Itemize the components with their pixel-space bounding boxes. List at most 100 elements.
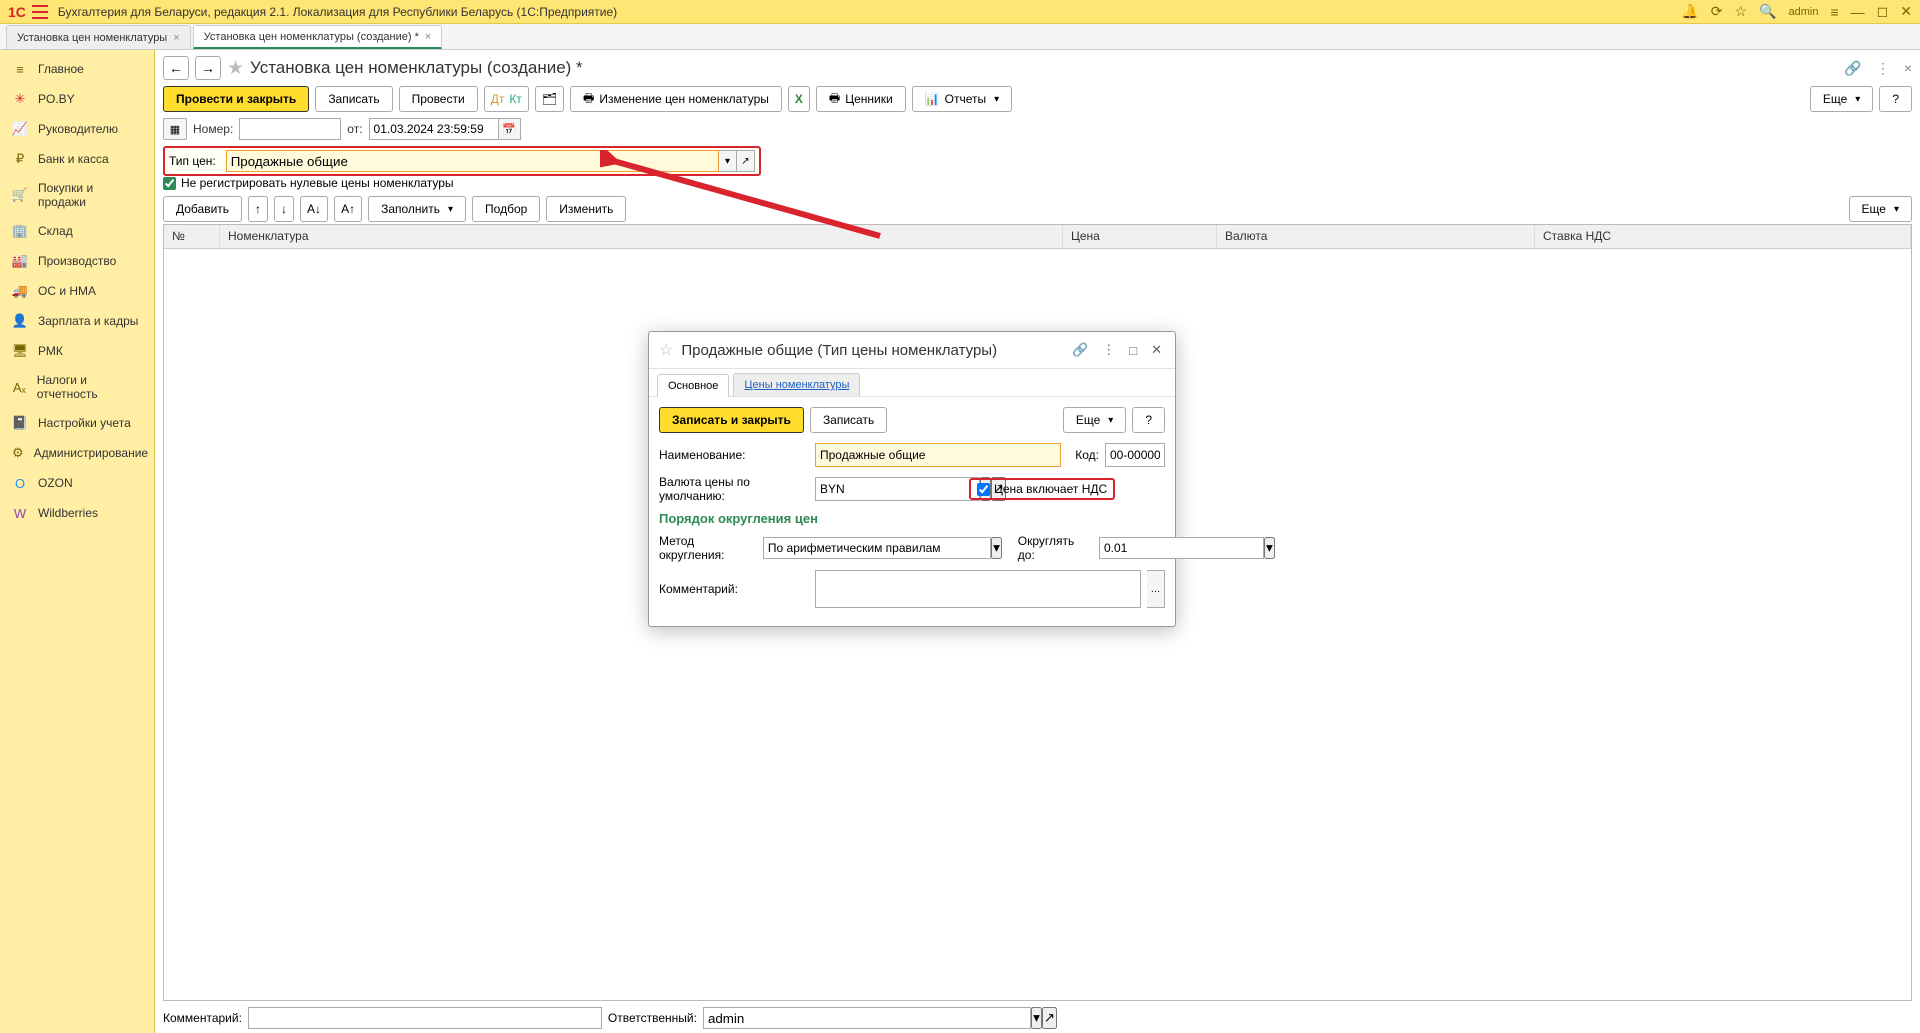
sidebar-item[interactable]: 📈Руководителю	[0, 114, 154, 144]
col-n[interactable]: №	[164, 225, 220, 248]
dialog-tab-main[interactable]: Основное	[657, 374, 729, 397]
sidebar-item[interactable]: 🛒Покупки и продажи	[0, 174, 154, 216]
menu-icon[interactable]	[32, 5, 48, 19]
sidebar-item[interactable]: ⚙Администрирование	[0, 438, 154, 468]
col-currency[interactable]: Валюта	[1217, 225, 1535, 248]
minimize-icon[interactable]: —	[1851, 4, 1865, 20]
tab-item[interactable]: Установка цен номенклатуры ×	[6, 25, 191, 49]
col-nomenclature[interactable]: Номенклатура	[220, 225, 1063, 248]
excel-icon-button[interactable]: X	[788, 86, 810, 112]
name-input[interactable]	[815, 443, 1061, 467]
pricetags-button[interactable]: 🖶Ценники	[816, 86, 906, 112]
move-down-button[interactable]: ↓	[274, 196, 294, 222]
dtkt-icon-button[interactable]: ДтКт	[484, 86, 529, 112]
structure-icon-button[interactable]: 🗂	[535, 86, 564, 112]
tab-close-icon[interactable]: ×	[173, 32, 179, 44]
currency-combo[interactable]: ▾ ↗	[815, 477, 963, 501]
move-up-button[interactable]: ↑	[248, 196, 268, 222]
settings-icon[interactable]: ≡	[1830, 4, 1838, 20]
number-input[interactable]	[239, 118, 341, 140]
method-combo[interactable]: ▾	[763, 537, 1002, 559]
sidebar-item[interactable]: 🏢Склад	[0, 216, 154, 246]
history-icon[interactable]: ⟳	[1711, 3, 1723, 20]
maximize-icon[interactable]: ◻	[1877, 3, 1889, 20]
grid-header: № Номенклатура Цена Валюта Ставка НДС	[164, 225, 1911, 249]
save-button[interactable]: Записать	[315, 86, 392, 112]
forward-button[interactable]: →	[195, 56, 221, 80]
bell-icon[interactable]: 🔔	[1681, 3, 1698, 20]
close-icon[interactable]: ✕	[1900, 3, 1912, 20]
responsible-combo[interactable]: ▾ ↗	[703, 1007, 1057, 1029]
system-icons: 🔔 ⟳ ☆ 🔍 admin ≡ — ◻ ✕	[1681, 3, 1912, 20]
sidebar-item[interactable]: ₽Банк и касса	[0, 144, 154, 174]
edit-button[interactable]: Изменить	[546, 196, 626, 222]
price-type-input[interactable]	[226, 150, 719, 172]
sidebar-item[interactable]: 🚚ОС и НМА	[0, 276, 154, 306]
sidebar-item[interactable]: WWildberries	[0, 498, 154, 528]
select-button[interactable]: Подбор	[472, 196, 540, 222]
code-input[interactable]	[1105, 443, 1165, 467]
dialog-tab-prices[interactable]: Цены номенклатуры	[733, 373, 860, 396]
sidebar-item[interactable]: 📓Настройки учета	[0, 408, 154, 438]
fill-button[interactable]: Заполнить	[368, 196, 466, 222]
more-button[interactable]: Еще	[1810, 86, 1873, 112]
username[interactable]: admin	[1789, 6, 1819, 18]
sidebar-item[interactable]: 🏭Производство	[0, 246, 154, 276]
sort-desc-button[interactable]: A↑	[334, 196, 362, 222]
combo-dropdown-icon[interactable]: ▾	[1264, 537, 1275, 559]
dialog-save-button[interactable]: Записать	[810, 407, 887, 433]
col-price[interactable]: Цена	[1063, 225, 1217, 248]
col-vat[interactable]: Ставка НДС	[1535, 225, 1911, 248]
sidebar-item[interactable]: ≡Главное	[0, 54, 154, 84]
sidebar-item[interactable]: 🖥РМК	[0, 336, 154, 366]
combo-dropdown-icon[interactable]: ▾	[719, 150, 737, 172]
combo-open-icon[interactable]: ↗	[1042, 1007, 1057, 1029]
currency-input[interactable]	[815, 477, 980, 501]
post-and-close-button[interactable]: Провести и закрыть	[163, 86, 309, 112]
search-icon[interactable]: 🔍	[1759, 3, 1776, 20]
close-page-icon[interactable]: ×	[1904, 60, 1912, 76]
dialog-help-button[interactable]: ?	[1132, 407, 1165, 433]
calendar-icon[interactable]: 📅	[499, 118, 521, 140]
price-change-button[interactable]: 🖶Изменение цен номенклатуры	[570, 86, 782, 112]
combo-dropdown-icon[interactable]: ▾	[1031, 1007, 1042, 1029]
sidebar-item[interactable]: ✳PO.BY	[0, 84, 154, 114]
table-more-button[interactable]: Еще	[1849, 196, 1912, 222]
sort-asc-button[interactable]: A↓	[300, 196, 328, 222]
zero-price-checkbox[interactable]	[163, 177, 176, 190]
sidebar-item[interactable]: AₓНалоги и отчетность	[0, 366, 154, 408]
favorite-star-icon[interactable]: ★	[227, 57, 244, 80]
price-type-combo[interactable]: ▾ ↗	[226, 150, 755, 172]
help-button[interactable]: ?	[1879, 86, 1912, 112]
comment-input[interactable]	[248, 1007, 602, 1029]
dialog-kebab-icon[interactable]: ⋮	[1099, 342, 1118, 358]
dialog-maximize-icon[interactable]: □	[1126, 343, 1140, 358]
date-input[interactable]	[369, 118, 499, 140]
reports-button[interactable]: 📊Отчеты	[912, 86, 1012, 112]
back-button[interactable]: ←	[163, 56, 189, 80]
method-input[interactable]	[763, 537, 991, 559]
post-button[interactable]: Провести	[399, 86, 478, 112]
dialog-more-button[interactable]: Еще	[1063, 407, 1126, 433]
sidebar-item[interactable]: 👤Зарплата и кадры	[0, 306, 154, 336]
round-combo[interactable]: ▾	[1099, 537, 1165, 559]
link-icon[interactable]: 🔗	[1844, 60, 1861, 77]
dialog-close-icon[interactable]: ✕	[1148, 342, 1165, 358]
combo-open-icon[interactable]: ↗	[737, 150, 755, 172]
dlg-comment-input[interactable]	[815, 570, 1141, 608]
dialog-save-close-button[interactable]: Записать и закрыть	[659, 407, 804, 433]
star-icon[interactable]: ☆	[1735, 3, 1748, 20]
comment-expand-icon[interactable]: …	[1147, 570, 1165, 608]
combo-dropdown-icon[interactable]: ▾	[991, 537, 1002, 559]
vat-includes-checkbox[interactable]	[977, 483, 990, 496]
round-input[interactable]	[1099, 537, 1264, 559]
dialog-link-icon[interactable]: 🔗	[1069, 342, 1091, 358]
kebab-icon[interactable]: ⋮	[1876, 60, 1890, 77]
tab-close-icon[interactable]: ×	[425, 31, 431, 43]
add-button[interactable]: Добавить	[163, 196, 242, 222]
sidebar-item[interactable]: OOZON	[0, 468, 154, 498]
dialog-star-icon[interactable]: ☆	[659, 340, 673, 360]
tab-item-active[interactable]: Установка цен номенклатуры (создание) * …	[193, 25, 443, 49]
responsible-input[interactable]	[703, 1007, 1031, 1029]
view-mode-icon[interactable]: ▦	[163, 118, 187, 140]
